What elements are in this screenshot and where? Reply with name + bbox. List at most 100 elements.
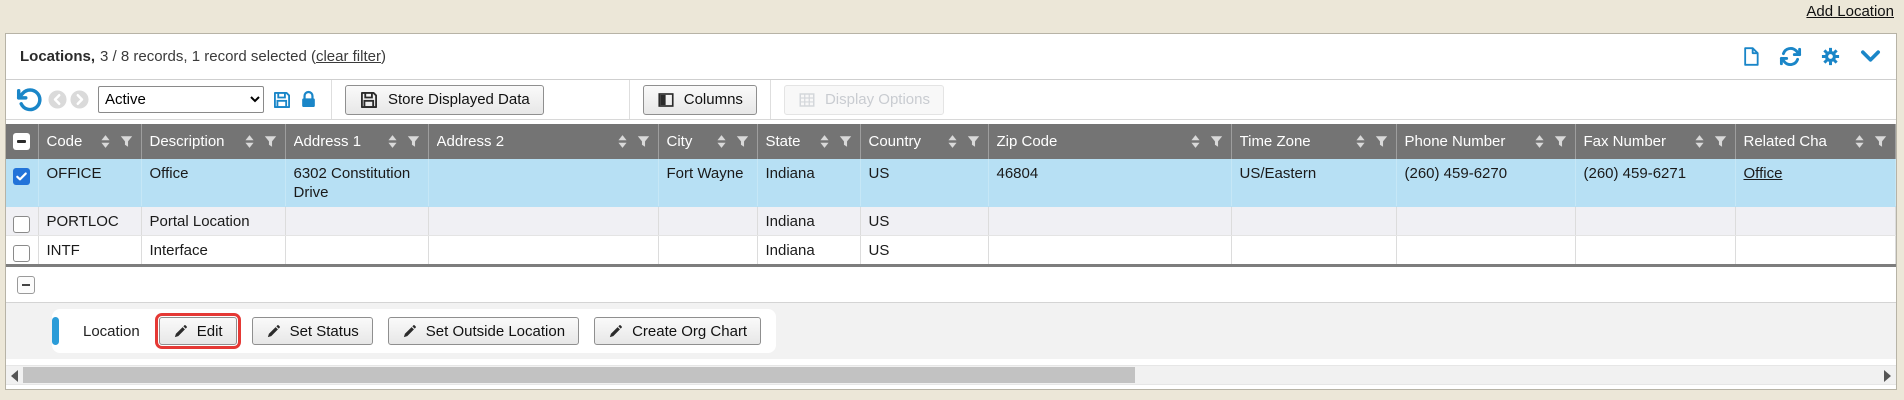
save-view-icon[interactable] bbox=[272, 90, 292, 110]
sort-icon[interactable] bbox=[244, 134, 255, 149]
toolbar-separator bbox=[770, 80, 771, 119]
column-header-description[interactable]: Description bbox=[141, 124, 285, 159]
column-header-country[interactable]: Country bbox=[860, 124, 988, 159]
sort-icon[interactable] bbox=[387, 134, 398, 149]
filter-funnel-icon[interactable] bbox=[967, 135, 980, 148]
toolbar-separator bbox=[331, 80, 332, 119]
column-header-city[interactable]: City bbox=[658, 124, 757, 159]
cell-code: PORTLOC bbox=[38, 207, 141, 236]
sort-icon[interactable] bbox=[1190, 134, 1201, 149]
columns-button[interactable]: Columns bbox=[643, 85, 757, 115]
column-header-code[interactable]: Code bbox=[38, 124, 141, 159]
cell-address-2 bbox=[428, 207, 658, 236]
filter-funnel-icon[interactable] bbox=[1554, 135, 1567, 148]
create-org-chart-button[interactable]: Create Org Chart bbox=[594, 317, 761, 345]
column-header-related-cha[interactable]: Related Cha bbox=[1735, 124, 1896, 159]
sort-icon[interactable] bbox=[1534, 134, 1545, 149]
refresh-icon[interactable] bbox=[1779, 45, 1802, 68]
locations-panel: Locations, 3 / 8 records, 1 record select… bbox=[5, 33, 1897, 390]
scroll-right-arrow-icon[interactable] bbox=[1884, 370, 1891, 382]
column-header-phone-number[interactable]: Phone Number bbox=[1396, 124, 1575, 159]
column-header-state[interactable]: State bbox=[757, 124, 860, 159]
new-page-icon[interactable] bbox=[1741, 45, 1761, 68]
row-checkbox[interactable] bbox=[13, 168, 30, 185]
cell-address-1 bbox=[285, 236, 428, 266]
prev-circle-icon[interactable] bbox=[48, 90, 67, 109]
filter-funnel-icon[interactable] bbox=[264, 135, 277, 148]
sort-icon[interactable] bbox=[947, 134, 958, 149]
cell-phone-number bbox=[1396, 207, 1575, 236]
table-row[interactable]: INTFInterfaceIndianaUS bbox=[6, 236, 1896, 266]
set-outside-location-button[interactable]: Set Outside Location bbox=[388, 317, 579, 345]
set-status-button[interactable]: Set Status bbox=[252, 317, 373, 345]
row-checkbox-cell[interactable] bbox=[6, 236, 38, 266]
add-location-link[interactable]: Add Location bbox=[1806, 3, 1894, 20]
sort-icon[interactable] bbox=[617, 134, 628, 149]
select-all-header-cell[interactable] bbox=[6, 124, 38, 159]
filter-funnel-icon[interactable] bbox=[736, 135, 749, 148]
lock-icon[interactable] bbox=[299, 89, 318, 110]
clear-filter-link[interactable]: clear filter bbox=[316, 48, 381, 65]
sort-icon[interactable] bbox=[819, 134, 830, 149]
filter-funnel-icon[interactable] bbox=[1874, 135, 1887, 148]
select-all-checkbox[interactable] bbox=[13, 133, 30, 150]
toolbar-separator bbox=[629, 80, 630, 119]
row-checkbox[interactable] bbox=[13, 216, 30, 233]
filter-funnel-icon[interactable] bbox=[839, 135, 852, 148]
store-displayed-data-button[interactable]: Store Displayed Data bbox=[345, 85, 544, 115]
sort-icon[interactable] bbox=[100, 134, 111, 149]
scroll-left-arrow-icon[interactable] bbox=[11, 370, 18, 382]
table-row[interactable]: PORTLOCPortal LocationIndianaUS bbox=[6, 207, 1896, 236]
grid-toolbar: Active Store Displayed Data Columns Disp… bbox=[6, 80, 1896, 120]
related-chart-link[interactable]: Office bbox=[1744, 165, 1783, 182]
filter-funnel-icon[interactable] bbox=[407, 135, 420, 148]
column-label: Code bbox=[47, 133, 91, 150]
panel-title-name: Locations, bbox=[20, 48, 95, 65]
column-label: Zip Code bbox=[997, 133, 1181, 150]
pencil-icon bbox=[608, 324, 623, 339]
cell-state: Indiana bbox=[757, 207, 860, 236]
filter-funnel-icon[interactable] bbox=[1210, 135, 1223, 148]
edit-button[interactable]: Edit bbox=[159, 317, 237, 345]
row-checkbox[interactable] bbox=[13, 245, 30, 262]
filter-funnel-icon[interactable] bbox=[1714, 135, 1727, 148]
pencil-icon bbox=[402, 324, 417, 339]
column-header-zip-code[interactable]: Zip Code bbox=[988, 124, 1231, 159]
sort-icon[interactable] bbox=[1694, 134, 1705, 149]
cell-description: Interface bbox=[141, 236, 285, 266]
panel-icon-group bbox=[1741, 45, 1882, 68]
record-action-card: Location EditSet StatusSet Outside Locat… bbox=[52, 309, 776, 353]
record-actions: Edit Set Status Set Outside Location Create… bbox=[159, 317, 761, 345]
sort-icon[interactable] bbox=[1854, 134, 1865, 149]
column-header-fax-number[interactable]: Fax Number bbox=[1575, 124, 1735, 159]
scrollbar-thumb[interactable] bbox=[23, 367, 1135, 383]
view-filter-select[interactable]: Active bbox=[98, 86, 264, 113]
row-checkbox-cell[interactable] bbox=[6, 207, 38, 236]
record-count-summary: 3 / 8 records, 1 record selected ( bbox=[100, 48, 316, 65]
filter-funnel-icon[interactable] bbox=[1375, 135, 1388, 148]
panel-title-row: Locations, 3 / 8 records, 1 record select… bbox=[6, 34, 1896, 80]
row-checkbox-cell[interactable] bbox=[6, 159, 38, 207]
cell-address-2 bbox=[428, 159, 658, 207]
column-label: Fax Number bbox=[1584, 133, 1685, 150]
column-header-address-1[interactable]: Address 1 bbox=[285, 124, 428, 159]
horizontal-scrollbar[interactable] bbox=[6, 365, 1896, 385]
chevron-down-icon[interactable] bbox=[1859, 45, 1882, 68]
filter-funnel-icon[interactable] bbox=[120, 135, 133, 148]
sort-icon[interactable] bbox=[1355, 134, 1366, 149]
table-row[interactable]: OFFICEOffice6302 Constitution DriveFort … bbox=[6, 159, 1896, 207]
collapse-minus-icon[interactable] bbox=[17, 276, 35, 294]
column-header-time-zone[interactable]: Time Zone bbox=[1231, 124, 1396, 159]
undo-icon[interactable] bbox=[16, 87, 42, 113]
cell-related-cha[interactable]: Office bbox=[1735, 159, 1896, 207]
next-circle-icon[interactable] bbox=[70, 90, 89, 109]
cell-fax-number: (260) 459-6271 bbox=[1575, 159, 1735, 207]
cell-time-zone bbox=[1231, 236, 1396, 266]
filter-funnel-icon[interactable] bbox=[637, 135, 650, 148]
table-body: OFFICEOffice6302 Constitution DriveFort … bbox=[6, 159, 1896, 266]
column-header-address-2[interactable]: Address 2 bbox=[428, 124, 658, 159]
sort-icon[interactable] bbox=[716, 134, 727, 149]
display-options-button: Display Options bbox=[784, 85, 944, 115]
cell-state: Indiana bbox=[757, 159, 860, 207]
gear-icon[interactable] bbox=[1820, 46, 1841, 67]
